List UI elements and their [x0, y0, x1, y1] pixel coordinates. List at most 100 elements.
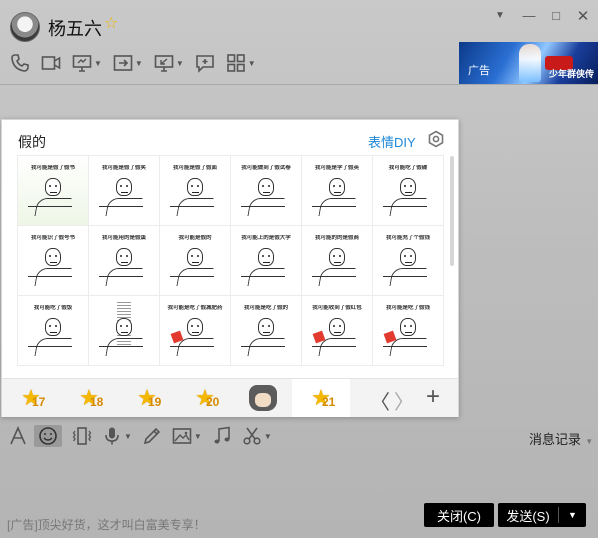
tab-number: 19	[148, 395, 162, 409]
sticker-item[interactable]: 我可能的的是假商	[301, 225, 373, 296]
sticker-item[interactable]	[88, 295, 160, 366]
maximize-icon[interactable]: □	[548, 8, 564, 23]
screen-share-button[interactable]: ▼	[72, 53, 102, 73]
chevron-down-icon: ▼	[193, 431, 202, 441]
minimize-icon[interactable]: —	[521, 8, 537, 23]
add-sticker-button[interactable]: +	[426, 383, 440, 411]
phone-icon	[11, 54, 29, 72]
meme-body-image	[176, 268, 214, 286]
send-options-icon[interactable]: ▼	[559, 510, 586, 520]
sticker-caption: 我可能识了假号书	[30, 235, 75, 241]
video-call-button[interactable]	[41, 53, 61, 73]
contact-name[interactable]: 杨五六	[48, 15, 102, 41]
screenshot-button[interactable]: ▼	[242, 426, 272, 446]
tab-number: 21	[322, 395, 336, 409]
meme-face-image	[187, 318, 203, 336]
emoji-diy-link[interactable]: 表情DIY	[368, 132, 416, 151]
meme-desk-image	[383, 276, 427, 277]
remote-desktop-button[interactable]: ▼	[154, 53, 184, 73]
sticker-item[interactable]: 我可能收到了假红包	[301, 295, 373, 366]
tab-number: 17	[32, 395, 46, 409]
header-divider	[0, 84, 598, 85]
meme-desk-image	[241, 276, 285, 277]
sticker-caption: 我可能充了个假钱	[385, 235, 430, 241]
meme-body-image	[389, 198, 427, 216]
sticker-caption: 我可能吃了假饭	[33, 305, 73, 311]
meme-body-image	[105, 198, 143, 216]
sticker-item[interactable]: 我可能吃了假饭	[17, 295, 89, 366]
vibrate-icon	[72, 427, 92, 445]
meme-face-image	[45, 318, 61, 336]
sticker-caption: 我可能是假了假面	[172, 165, 217, 171]
ad-title: 少年群侠传	[548, 69, 594, 79]
sticker-item[interactable]: 我可能充了个假钱	[372, 225, 444, 296]
meme-body-image	[34, 338, 72, 356]
sticker-item[interactable]: 我可能用的是假蛋	[88, 225, 160, 296]
close-button[interactable]: 关闭(C)	[424, 503, 494, 527]
sticker-item[interactable]: 我可能是假了假面	[159, 155, 231, 226]
sticker-item[interactable]: 我可能是假的	[159, 225, 231, 296]
meme-face-image	[329, 178, 345, 196]
sticker-tab[interactable]	[234, 379, 292, 417]
vibrate-button[interactable]	[72, 426, 92, 446]
chevron-down-icon: ▼	[134, 58, 143, 68]
meme-body-image	[389, 268, 427, 286]
file-transfer-icon	[113, 55, 133, 71]
footer-ad-text[interactable]: [广告]顶尖好货，这才叫白富美专享！	[7, 516, 206, 533]
meme-face-image	[258, 318, 274, 336]
font-button[interactable]	[8, 426, 28, 446]
sticker-item[interactable]: 我可能是假了假书	[17, 155, 89, 226]
cat-sticker-icon	[249, 385, 277, 411]
send-button[interactable]: 发送(S) ▼	[498, 503, 586, 527]
sticker-caption: 我可能用的是假蛋	[101, 235, 146, 241]
voice-call-button[interactable]	[10, 53, 30, 73]
message-icon	[195, 55, 214, 73]
meme-desk-image	[241, 346, 285, 347]
sticker-item[interactable]: 我可能是学了假英	[301, 155, 373, 226]
sticker-item[interactable]: 我可能是吃了假减肥药	[159, 295, 231, 366]
ad-banner[interactable]: 广告 少年群侠传	[459, 42, 598, 84]
apps-button[interactable]: ▼	[226, 53, 256, 73]
sticker-item[interactable]: 我可能是吃了假钱	[372, 295, 444, 366]
message-button[interactable]	[195, 53, 215, 73]
settings-icon[interactable]	[427, 130, 445, 148]
sticker-tab[interactable]: ★ 19	[118, 379, 176, 417]
emoji-button[interactable]	[34, 425, 62, 447]
meme-face-image	[45, 248, 61, 266]
vip-badge-icon[interactable]: ☆	[104, 16, 120, 32]
next-tab-button[interactable]: 〉	[394, 386, 414, 415]
meme-body-image	[176, 338, 214, 356]
sticker-tab[interactable]: ★ 21	[292, 379, 350, 417]
sticker-caption: 我可能上的是假大学	[241, 235, 291, 241]
music-button[interactable]	[212, 426, 232, 446]
scrollbar[interactable]	[450, 156, 454, 266]
sticker-item[interactable]: 我可能吃了假碟	[372, 155, 444, 226]
meme-body-image	[318, 268, 356, 286]
file-transfer-button[interactable]: ▼	[113, 53, 143, 73]
voice-button[interactable]: ▼	[102, 426, 132, 446]
sticker-grid: 我可能是假了假书 我可能是假了假笑 我可能是假了假面 我可能做到了假试卷 我可能是学了假…	[17, 155, 444, 366]
sticker-item[interactable]: 我可能上的是假大学	[230, 225, 302, 296]
sticker-item[interactable]: 我可能识了假号书	[17, 225, 89, 296]
window-menu-icon[interactable]: ▼	[492, 10, 508, 21]
meme-desk-image	[99, 346, 143, 347]
prev-tab-button[interactable]: 〈	[370, 386, 390, 415]
sticker-item[interactable]: 我可能是假了假笑	[88, 155, 160, 226]
message-history-button[interactable]: 消息记录 ▼	[529, 429, 593, 448]
sticker-item[interactable]: 我可能做到了假试卷	[230, 155, 302, 226]
pen-button[interactable]	[142, 426, 162, 446]
avatar[interactable]	[10, 12, 40, 42]
send-label: 发送(S)	[506, 508, 550, 524]
tab-number: 20	[206, 395, 220, 409]
meme-desk-image	[312, 346, 356, 347]
sticker-tab[interactable]: ★ 17	[2, 379, 60, 417]
input-toolbar: ▼ ▼ ▼	[8, 425, 282, 447]
close-icon[interactable]: ✕	[575, 7, 591, 25]
sticker-tab[interactable]: ★ 20	[176, 379, 234, 417]
sticker-item[interactable]: 我可能是吃了假的	[230, 295, 302, 366]
sticker-tab[interactable]: ★ 18	[60, 379, 118, 417]
image-button[interactable]: ▼	[172, 426, 202, 446]
meme-face-image	[45, 178, 61, 196]
meme-desk-image	[28, 276, 72, 277]
ad-label: 广告	[468, 65, 490, 77]
